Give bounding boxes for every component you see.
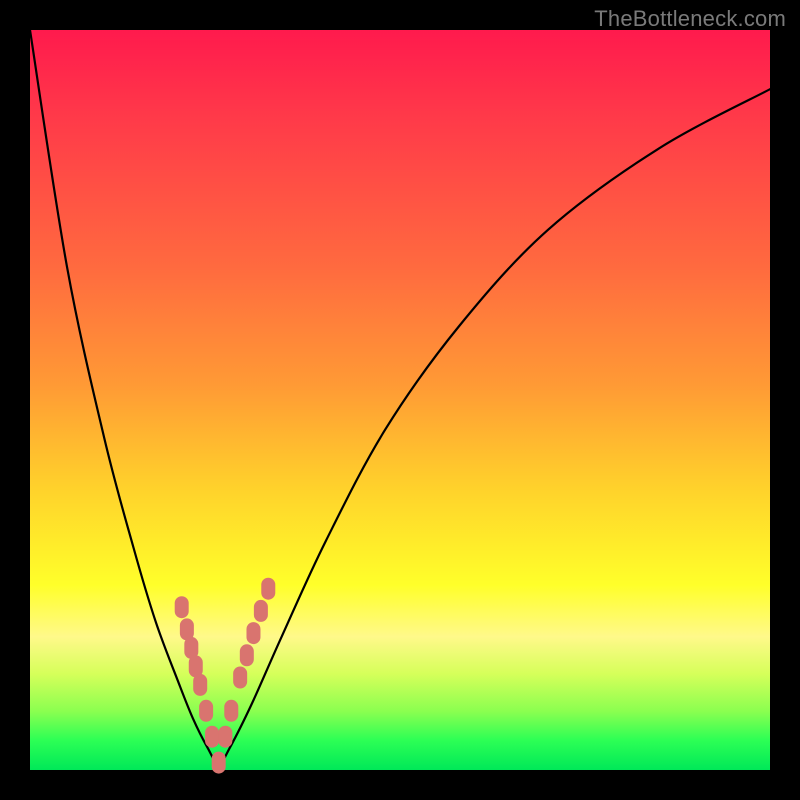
marker-dot — [233, 667, 247, 689]
plot-area — [30, 30, 770, 770]
marker-dot — [246, 622, 260, 644]
marker-dot — [240, 644, 254, 666]
marker-group — [175, 578, 276, 774]
watermark-text: TheBottleneck.com — [594, 6, 786, 32]
marker-dot — [175, 596, 189, 618]
marker-dot — [224, 700, 238, 722]
marker-dot — [205, 726, 219, 748]
marker-dot — [218, 726, 232, 748]
chart-frame: TheBottleneck.com — [0, 0, 800, 800]
marker-dot — [193, 674, 207, 696]
marker-dot — [254, 600, 268, 622]
bottleneck-curve — [30, 30, 770, 764]
marker-dot — [261, 578, 275, 600]
marker-dot — [199, 700, 213, 722]
marker-dot — [212, 752, 226, 774]
curve-layer — [30, 30, 770, 770]
